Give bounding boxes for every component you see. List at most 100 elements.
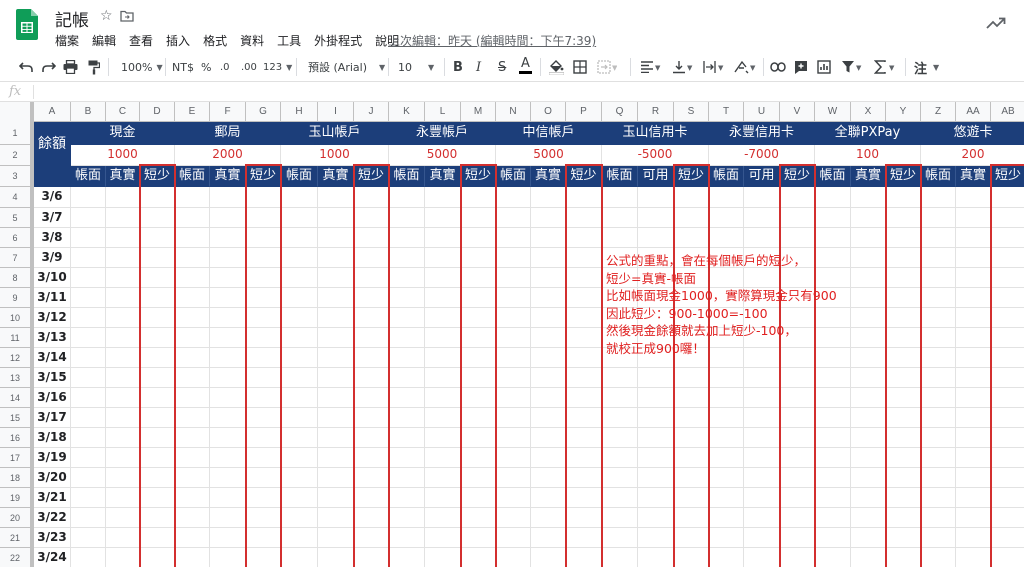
grid-cell[interactable] xyxy=(71,328,106,348)
menu-tools[interactable]: 工具 xyxy=(277,32,301,48)
grid-cell[interactable] xyxy=(496,208,531,228)
column-header-o[interactable]: O xyxy=(531,102,566,122)
redo-icon[interactable] xyxy=(42,59,56,75)
grid-cell[interactable] xyxy=(991,508,1024,528)
grid-cell[interactable] xyxy=(318,528,354,548)
menu-edit[interactable]: 編輯 xyxy=(92,32,116,48)
row-header-2[interactable]: 2 xyxy=(0,145,30,166)
grid-cell[interactable] xyxy=(531,368,566,388)
grid-cell[interactable] xyxy=(638,508,674,528)
subheader-cell[interactable]: 短少 xyxy=(461,166,496,187)
grid-cell[interactable] xyxy=(175,388,210,408)
date-cell[interactable]: 3/12 xyxy=(34,308,71,328)
grid-cell[interactable] xyxy=(956,187,991,208)
grid-cell[interactable] xyxy=(106,187,140,208)
grid-cell[interactable] xyxy=(744,428,780,448)
grid-cell[interactable] xyxy=(744,548,780,567)
trending-up-icon[interactable] xyxy=(986,16,1006,30)
grid-cell[interactable] xyxy=(425,468,461,488)
grid-cell[interactable] xyxy=(354,268,389,288)
grid-cell[interactable] xyxy=(210,488,246,508)
date-cell[interactable]: 3/10 xyxy=(34,268,71,288)
grid-cell[interactable] xyxy=(461,468,496,488)
grid-cell[interactable] xyxy=(921,508,956,528)
select-all-corner[interactable] xyxy=(0,102,34,122)
grid-cell[interactable] xyxy=(246,248,281,268)
menu-insert[interactable]: 插入 xyxy=(166,32,190,48)
grid-cell[interactable] xyxy=(956,428,991,448)
subheader-cell[interactable]: 真實 xyxy=(531,166,566,187)
grid-cell[interactable] xyxy=(709,388,744,408)
date-cell[interactable]: 3/19 xyxy=(34,448,71,468)
grid-cell[interactable] xyxy=(281,208,318,228)
grid-cell[interactable] xyxy=(461,388,496,408)
grid-cell[interactable] xyxy=(354,468,389,488)
grid-cell[interactable] xyxy=(566,228,602,248)
date-cell[interactable]: 3/16 xyxy=(34,388,71,408)
grid-cell[interactable] xyxy=(71,448,106,468)
grid-cell[interactable] xyxy=(496,228,531,248)
grid-cell[interactable] xyxy=(461,488,496,508)
grid-cell[interactable] xyxy=(318,388,354,408)
account-name-cell[interactable]: 全聯PXPay xyxy=(815,122,921,145)
formula-input[interactable] xyxy=(40,84,1010,100)
grid-cell[interactable] xyxy=(281,268,318,288)
grid-cell[interactable] xyxy=(991,388,1024,408)
grid-cell[interactable] xyxy=(886,408,921,428)
grid-cell[interactable] xyxy=(602,208,638,228)
grid-cell[interactable] xyxy=(886,528,921,548)
date-cell[interactable]: 3/22 xyxy=(34,508,71,528)
grid-cell[interactable] xyxy=(389,528,425,548)
grid-cell[interactable] xyxy=(921,528,956,548)
grid-cell[interactable] xyxy=(602,488,638,508)
grid-cell[interactable] xyxy=(851,208,886,228)
grid-cell[interactable] xyxy=(354,288,389,308)
subheader-cell[interactable]: 短少 xyxy=(674,166,709,187)
grid-cell[interactable] xyxy=(318,408,354,428)
grid-cell[interactable] xyxy=(566,208,602,228)
grid-cell[interactable] xyxy=(461,228,496,248)
grid-cell[interactable] xyxy=(175,248,210,268)
column-header-k[interactable]: K xyxy=(389,102,425,122)
horizontal-align-icon[interactable]: ▼ xyxy=(640,59,662,75)
grid-cell[interactable] xyxy=(175,328,210,348)
grid-cell[interactable] xyxy=(531,268,566,288)
grid-cell[interactable] xyxy=(744,528,780,548)
grid-cell[interactable] xyxy=(674,228,709,248)
grid-cell[interactable] xyxy=(106,508,140,528)
grid-cell[interactable] xyxy=(71,368,106,388)
paint-format-icon[interactable] xyxy=(88,59,100,75)
grid-cell[interactable] xyxy=(815,388,851,408)
grid-cell[interactable] xyxy=(281,488,318,508)
text-color-button[interactable]: A xyxy=(519,57,532,75)
grid-cell[interactable] xyxy=(744,468,780,488)
grid-cell[interactable] xyxy=(851,408,886,428)
subheader-cell[interactable]: 真實 xyxy=(851,166,886,187)
row-header-10[interactable]: 10 xyxy=(0,308,30,328)
grid-cell[interactable] xyxy=(815,508,851,528)
grid-cell[interactable] xyxy=(496,328,531,348)
grid-cell[interactable] xyxy=(318,187,354,208)
grid-cell[interactable] xyxy=(318,268,354,288)
grid-cell[interactable] xyxy=(140,268,175,288)
account-balance-cell[interactable]: 1000 xyxy=(281,145,389,166)
grid-cell[interactable] xyxy=(425,408,461,428)
account-name-cell[interactable]: 悠遊卡 xyxy=(921,122,1024,145)
grid-cell[interactable] xyxy=(674,368,709,388)
grid-cell[interactable] xyxy=(106,348,140,368)
grid-cell[interactable] xyxy=(602,368,638,388)
subheader-cell[interactable]: 帳面 xyxy=(281,166,318,187)
grid-cell[interactable] xyxy=(140,428,175,448)
grid-cell[interactable] xyxy=(921,408,956,428)
date-cell[interactable]: 3/20 xyxy=(34,468,71,488)
grid-cell[interactable] xyxy=(744,208,780,228)
subheader-cell[interactable]: 真實 xyxy=(210,166,246,187)
grid-cell[interactable] xyxy=(461,448,496,468)
grid-cell[interactable] xyxy=(638,208,674,228)
grid-cell[interactable] xyxy=(638,408,674,428)
grid-cell[interactable] xyxy=(140,208,175,228)
grid-cell[interactable] xyxy=(921,187,956,208)
grid-cell[interactable] xyxy=(246,548,281,567)
grid-cell[interactable] xyxy=(425,428,461,448)
grid-cell[interactable] xyxy=(851,228,886,248)
